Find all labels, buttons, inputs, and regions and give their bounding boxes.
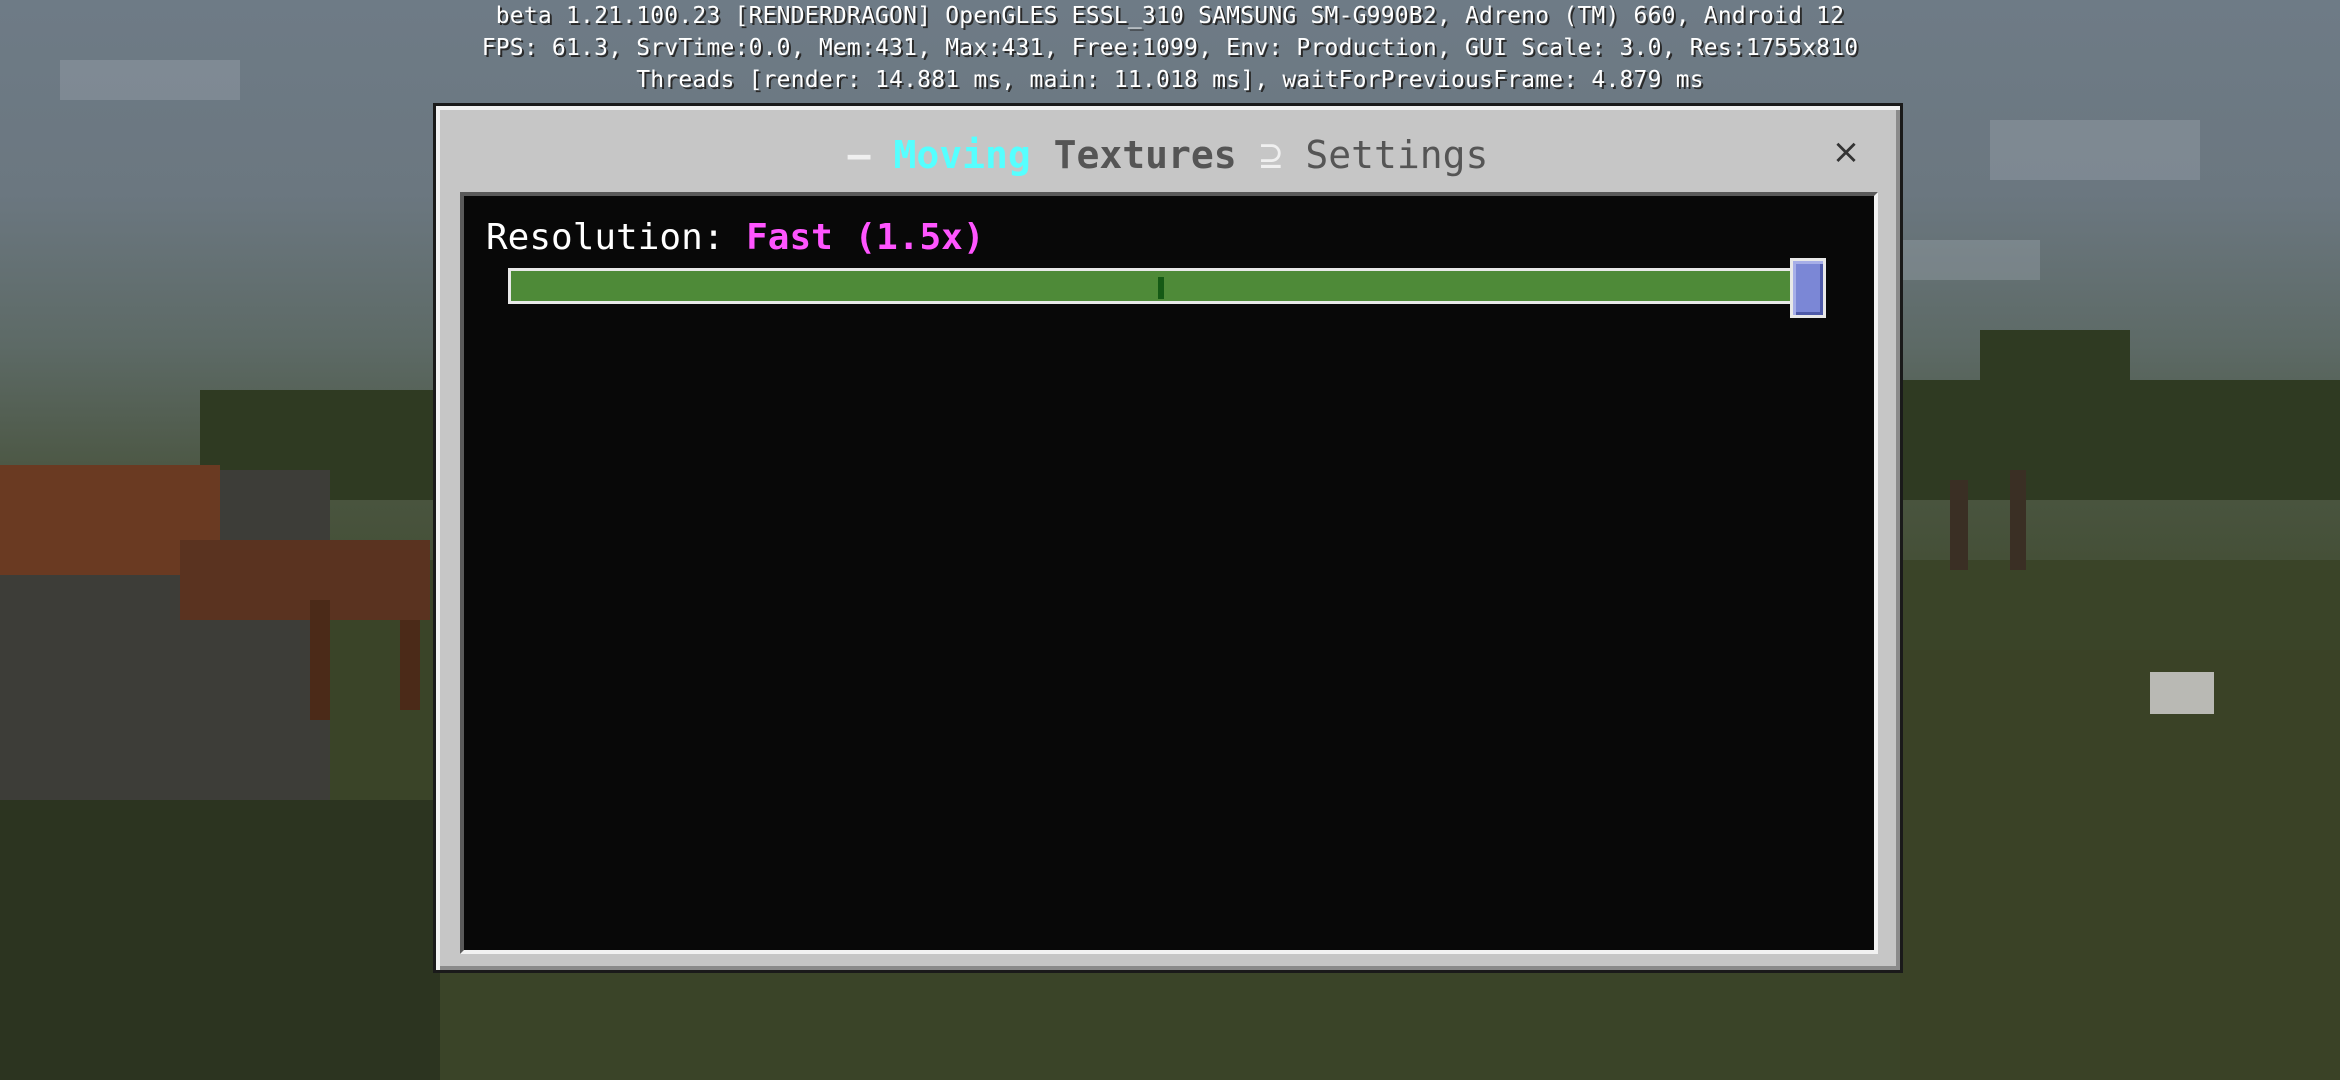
settings-content: Resolution: Fast (1.5x) [460,192,1878,954]
panel-title: – Moving Textures ⊇ Settings [436,134,1900,176]
dark-grass [0,800,440,1080]
house-plank [310,600,330,720]
resolution-slider[interactable] [508,258,1848,318]
panel-header: – Moving Textures ⊇ Settings × [436,106,1900,194]
resolution-setting-label: Resolution: Fast (1.5x) [486,216,985,260]
title-textures: Textures [1053,133,1237,177]
debug-overlay: beta 1.21.100.23 [RENDERDRAGON] OpenGLES… [0,0,2340,96]
house-plank [400,620,420,710]
slider-track[interactable] [508,268,1808,304]
slider-step-marker [1158,277,1164,299]
setting-name: Resolution: [486,217,725,258]
tree-trunk [1950,480,1968,570]
title-moving: Moving [893,133,1031,177]
debug-line-threads: Threads [render: 14.881 ms, main: 11.018… [636,67,1704,93]
slider-thumb[interactable] [1790,258,1826,318]
house-roof [180,540,430,620]
setting-value: Fast (1.5x) [746,217,985,258]
sheep [2150,672,2214,714]
cloud [1990,120,2200,180]
cloud [1880,240,2040,280]
title-dash: – [847,133,871,177]
close-icon[interactable]: × [1828,134,1864,170]
tree-canopy [1980,330,2130,390]
settings-panel: – Moving Textures ⊇ Settings × Resolutio… [433,103,1903,973]
dark-grass [1900,650,2340,1080]
debug-line-performance: FPS: 61.3, SrvTime:0.0, Mem:431, Max:431… [481,35,1859,61]
tree-trunk [2010,470,2026,570]
debug-line-version: beta 1.21.100.23 [RENDERDRAGON] OpenGLES… [495,3,1845,29]
title-separator-icon: ⊇ [1259,133,1283,177]
title-settings: Settings [1305,133,1489,177]
